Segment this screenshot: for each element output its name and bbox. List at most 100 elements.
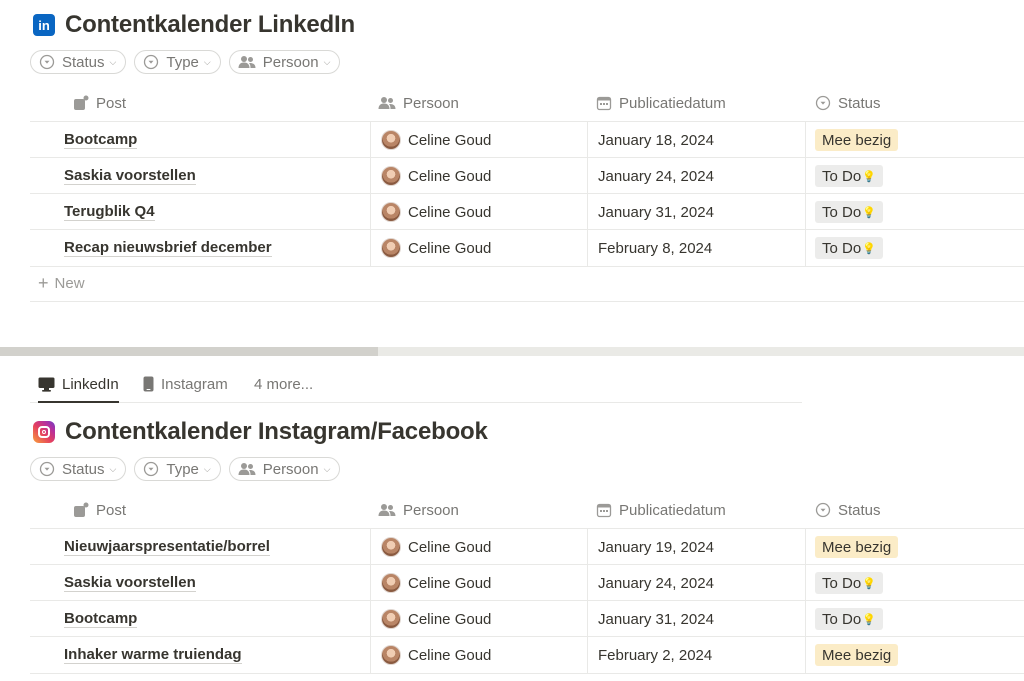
column-header-persoon[interactable]: Persoon: [378, 492, 459, 528]
column-header-status[interactable]: Status: [815, 492, 881, 528]
status-cell[interactable]: To Do 💡: [805, 230, 1024, 266]
column-header-label: Status: [838, 501, 881, 519]
person-cell[interactable]: Celine Goud: [370, 194, 588, 230]
status-filter-label: Status: [62, 53, 105, 71]
status-cell[interactable]: Mee bezig: [805, 637, 1024, 673]
status-circle-icon: [143, 54, 159, 70]
table-row[interactable]: Recap nieuwsbrief december Celine Goud F…: [30, 229, 1024, 267]
status-cell[interactable]: To Do 💡: [805, 565, 1024, 601]
type-filter-button[interactable]: Type ⌵: [134, 457, 221, 481]
post-title-cell[interactable]: Nieuwjaarspresentatie/borrel: [64, 529, 270, 565]
post-title[interactable]: Terugblik Q4: [64, 203, 155, 221]
post-title-cell[interactable]: Saskia voorstellen: [64, 565, 196, 601]
date-cell[interactable]: January 24, 2024: [587, 565, 806, 601]
status-filter-button[interactable]: Status ⌵: [30, 457, 127, 481]
person-cell[interactable]: Celine Goud: [370, 122, 588, 158]
type-filter-label: Type: [166, 53, 199, 71]
persoon-filter-button[interactable]: Persoon ⌵: [228, 457, 341, 481]
column-header-persoon[interactable]: Persoon: [378, 85, 459, 121]
date-cell[interactable]: January 31, 2024: [587, 194, 806, 230]
post-title[interactable]: Inhaker warme truiendag: [64, 646, 242, 664]
column-header-datum[interactable]: Publicatiedatum: [596, 85, 726, 121]
table-row[interactable]: Bootcamp Celine Goud January 18, 2024 Me…: [30, 121, 1024, 158]
people-icon: [238, 55, 256, 69]
type-filter-button[interactable]: Type ⌵: [134, 50, 221, 74]
table-row[interactable]: Inhaker warme truiendag Celine Goud Febr…: [30, 636, 1024, 674]
status-label: Mee bezig: [822, 131, 892, 149]
column-header-datum[interactable]: Publicatiedatum: [596, 492, 726, 528]
avatar: [381, 537, 401, 557]
more-views-button[interactable]: 4 more...: [254, 366, 313, 402]
status-badge: To Do 💡: [815, 572, 883, 594]
persoon-filter-button[interactable]: Persoon ⌵: [228, 50, 341, 74]
post-title[interactable]: Saskia voorstellen: [64, 167, 196, 185]
instagram-title-row: Contentkalender Instagram/Facebook: [33, 418, 488, 446]
person-cell[interactable]: Celine Goud: [370, 565, 588, 601]
date-cell[interactable]: January 24, 2024: [587, 158, 806, 194]
post-title[interactable]: Nieuwjaarspresentatie/borrel: [64, 538, 270, 556]
date-cell[interactable]: February 2, 2024: [587, 637, 806, 673]
status-cell[interactable]: To Do 💡: [805, 601, 1024, 637]
phone-icon: [143, 376, 154, 392]
instagram-logo-icon: [33, 421, 55, 443]
date-cell[interactable]: January 19, 2024: [587, 529, 806, 565]
date-cell[interactable]: January 18, 2024: [587, 122, 806, 158]
table-row[interactable]: Nieuwjaarspresentatie/borrel Celine Goud…: [30, 528, 1024, 565]
date-cell[interactable]: February 8, 2024: [587, 230, 806, 266]
status-badge: Mee bezig: [815, 129, 899, 151]
person-cell[interactable]: Celine Goud: [370, 637, 588, 673]
status-circle-icon: [815, 502, 831, 518]
table-row[interactable]: Saskia voorstellen Celine Goud January 2…: [30, 564, 1024, 601]
page-title[interactable]: Contentkalender Instagram/Facebook: [65, 418, 488, 446]
chevron-down-icon: ⌵: [203, 56, 211, 67]
new-row-button[interactable]: + New: [30, 265, 1024, 302]
post-title-cell[interactable]: Terugblik Q4: [64, 194, 155, 230]
column-header-status[interactable]: Status: [815, 85, 881, 121]
chevron-down-icon: ⌵: [323, 56, 331, 67]
column-header-label: Publicatiedatum: [619, 501, 726, 519]
tab-instagram[interactable]: Instagram: [143, 366, 228, 402]
table-row[interactable]: Saskia voorstellen Celine Goud January 2…: [30, 157, 1024, 194]
column-header-label: Status: [838, 94, 881, 112]
person-cell[interactable]: Celine Goud: [370, 230, 588, 266]
status-cell[interactable]: Mee bezig: [805, 529, 1024, 565]
post-title-cell[interactable]: Recap nieuwsbrief december: [64, 230, 272, 266]
post-title-cell[interactable]: Inhaker warme truiendag: [64, 637, 242, 673]
column-header-post[interactable]: Post: [73, 492, 126, 528]
post-title[interactable]: Bootcamp: [64, 131, 138, 149]
page-title[interactable]: Contentkalender LinkedIn: [65, 11, 355, 39]
post-title[interactable]: Recap nieuwsbrief december: [64, 239, 272, 257]
person-cell[interactable]: Celine Goud: [370, 158, 588, 194]
status-cell[interactable]: To Do 💡: [805, 158, 1024, 194]
horizontal-scrollbar[interactable]: [0, 347, 1024, 356]
status-label: To Do: [822, 239, 862, 257]
person-cell[interactable]: Celine Goud: [370, 529, 588, 565]
filter-bar: Status ⌵ Type ⌵ Persoon ⌵: [30, 50, 341, 74]
post-title-cell[interactable]: Bootcamp: [64, 601, 138, 637]
persoon-filter-label: Persoon: [262, 460, 319, 478]
table-row[interactable]: Bootcamp Celine Goud January 31, 2024 To…: [30, 600, 1024, 637]
post-title-cell[interactable]: Saskia voorstellen: [64, 158, 196, 194]
date-cell[interactable]: January 31, 2024: [587, 601, 806, 637]
status-circle-icon: [39, 461, 55, 477]
status-filter-button[interactable]: Status ⌵: [30, 50, 127, 74]
person-cell[interactable]: Celine Goud: [370, 601, 588, 637]
scrollbar-thumb[interactable]: [0, 347, 378, 356]
post-title[interactable]: Bootcamp: [64, 610, 138, 628]
column-header-post[interactable]: Post: [73, 85, 126, 121]
status-cell[interactable]: To Do 💡: [805, 194, 1024, 230]
tab-linkedin[interactable]: LinkedIn: [38, 366, 119, 403]
status-label: Mee bezig: [822, 538, 892, 556]
status-badge: To Do 💡: [815, 237, 883, 259]
post-title-cell[interactable]: Bootcamp: [64, 122, 138, 158]
table-row[interactable]: Terugblik Q4 Celine Goud January 31, 202…: [30, 193, 1024, 230]
column-header-label: Persoon: [403, 501, 459, 519]
post-title[interactable]: Saskia voorstellen: [64, 574, 196, 592]
status-circle-icon: [39, 54, 55, 70]
linkedin-title-row: in Contentkalender LinkedIn: [33, 11, 355, 39]
people-icon: [378, 96, 396, 110]
status-cell[interactable]: Mee bezig: [805, 122, 1024, 158]
status-label: To Do: [822, 203, 862, 221]
table-header: Post Persoon Publicatiedatum Status: [0, 492, 1024, 528]
person-name: Celine Goud: [408, 239, 492, 257]
